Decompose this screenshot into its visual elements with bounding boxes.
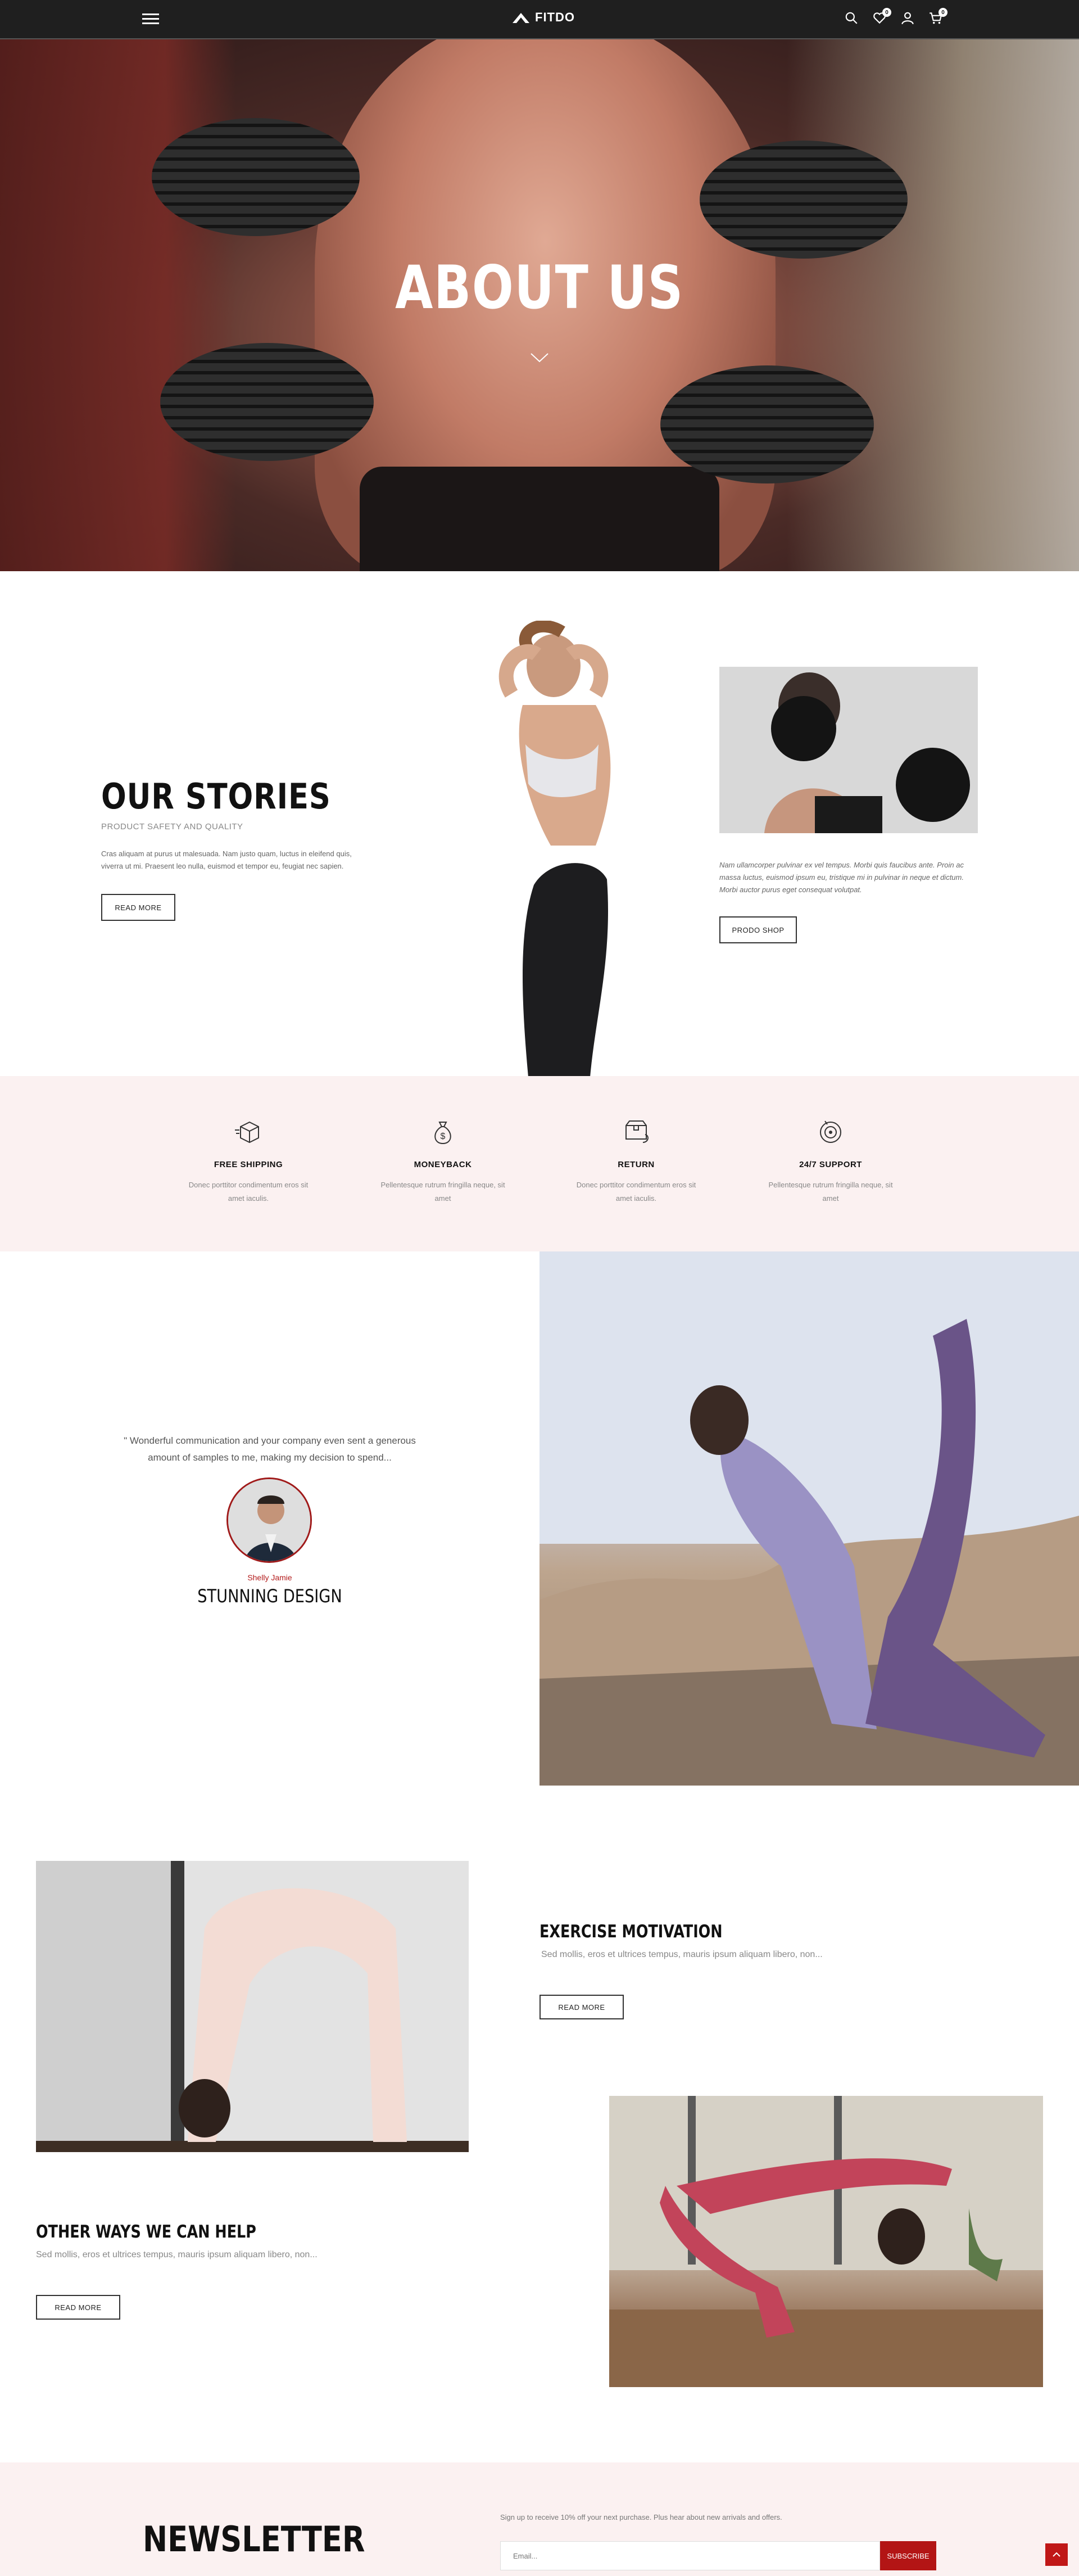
arm-balance-pose-image [609, 2096, 1043, 2387]
stretch-pose-image [36, 1861, 469, 2152]
other-ways-read-more-button[interactable]: READ MORE [36, 2295, 120, 2320]
other-ways-text: Sed mollis, eros et ultrices tempus, mau… [36, 2250, 318, 2259]
features-strip: FREE SHIPPING Donec porttitor condimentu… [0, 1076, 1079, 1251]
dumbbell-plate-left-top [152, 118, 360, 236]
stories-subtitle: PRODUCT SAFETY AND QUALITY [101, 822, 243, 831]
heart-icon[interactable]: 0 [871, 8, 891, 27]
logo-mark-icon [513, 13, 529, 23]
cart-count-badge: 0 [939, 8, 947, 17]
feature-title: 24/7 SUPPORT [799, 1160, 862, 1169]
subscribe-button[interactable]: SUBSCRIBE [880, 2541, 936, 2570]
testimonial-title: STUNNING DESIGN [197, 1585, 342, 1607]
wishlist-count-badge: 0 [882, 8, 891, 17]
chevron-down-icon[interactable] [530, 352, 549, 363]
chevron-up-icon [1053, 2552, 1060, 2557]
feature-return: RETURN Donec porttitor condimentum eros … [569, 1115, 704, 1205]
stories-model-image [498, 621, 611, 1077]
stories-read-more-button[interactable]: READ MORE [101, 894, 175, 921]
exercise-text: Sed mollis, eros et ultrices tempus, mau… [541, 1950, 823, 1959]
testimonial-author: Shelly Jamie [247, 1573, 292, 1582]
feature-title: FREE SHIPPING [214, 1160, 283, 1169]
brand-name: FITDO [535, 10, 575, 24]
exercise-read-more-button[interactable]: READ MORE [540, 1995, 624, 2019]
feature-free-shipping: FREE SHIPPING Donec porttitor condimentu… [181, 1115, 316, 1205]
feature-title: MONEYBACK [414, 1160, 472, 1169]
yoga-pose-image [540, 1251, 1079, 1786]
stories-text: Cras aliquam at purus ut malesuada. Nam … [101, 849, 352, 870]
site-header: FITDO 0 0 [0, 0, 1079, 39]
feature-text: Pellentesque rutrum fringilla neque, sit… [380, 1181, 505, 1203]
feature-title: RETURN [618, 1160, 655, 1169]
testimonial-quote: " Wonderful communication and your compa… [124, 1435, 416, 1463]
avatar [226, 1477, 312, 1563]
feature-moneyback: $ MONEYBACK Pellentesque rutrum fringill… [375, 1115, 510, 1205]
cart-icon[interactable]: 0 [927, 8, 947, 27]
shop-button[interactable]: PRODO SHOP [719, 916, 797, 943]
back-to-top-button[interactable] [1045, 2543, 1068, 2566]
feature-text: Donec porttitor condimentum eros sit ame… [188, 1181, 309, 1203]
newsletter-text: Sign up to receive 10% off your next pur… [500, 2513, 782, 2521]
feature-support: 24/7 SUPPORT Pellentesque rutrum fringil… [763, 1115, 898, 1205]
feature-text: Pellentesque rutrum fringilla neque, sit… [768, 1181, 893, 1203]
exercise-title: EXERCISE MOTIVATION [540, 1922, 723, 1942]
newsletter-section: NEWSLETTER Sign up to receive 10% off yo… [0, 2462, 1079, 2576]
search-icon[interactable] [843, 9, 860, 27]
return-icon [625, 1120, 649, 1143]
dumbbell-plate-right-top [700, 141, 908, 259]
money-bag-icon: $ [434, 1122, 451, 1145]
boxer-image [719, 667, 978, 833]
menu-icon[interactable] [142, 13, 159, 26]
user-icon[interactable] [899, 9, 916, 27]
hero-banner: ABOUT US [0, 39, 1079, 571]
other-ways-title: OTHER WAYS WE CAN HELP [36, 2222, 256, 2242]
newsletter-title: NEWSLETTER [143, 2519, 365, 2560]
dumbbell-plate-left-bottom [160, 343, 374, 461]
stories-side-text: Nam ullamcorper pulvinar ex vel tempus. … [719, 861, 964, 894]
stories-title: OUR STORIES [101, 776, 331, 817]
hero-athlete-shorts [360, 467, 719, 571]
page-title: ABOUT US [395, 253, 684, 322]
feature-text: Donec porttitor condimentum eros sit ame… [576, 1181, 696, 1203]
dumbbell-plate-right-bottom [660, 365, 874, 483]
svg-text:$: $ [441, 1132, 446, 1141]
box-icon [235, 1121, 259, 1144]
support-icon [820, 1120, 841, 1143]
email-field[interactable] [500, 2541, 880, 2570]
brand-logo[interactable]: FITDO [511, 10, 575, 25]
